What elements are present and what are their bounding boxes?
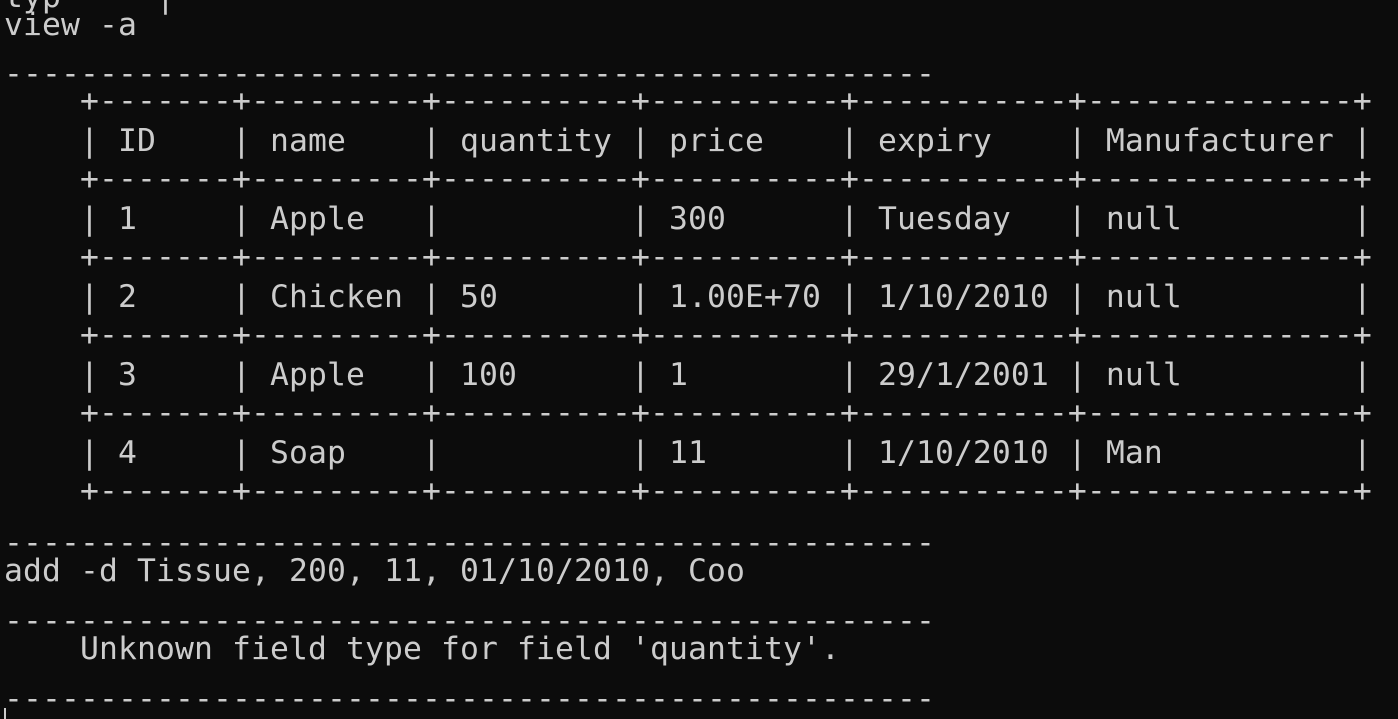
- table-border: +-------+---------+----------+----------…: [4, 395, 1372, 431]
- command-line-add: add -d Tissue, 200, 11, 01/10/2010, Coo: [4, 553, 745, 589]
- table-row: | 3 | Apple | 100 | 1 | 29/1/2001 | null…: [4, 357, 1372, 393]
- table-row: | 1 | Apple | | 300 | Tuesday | null |: [4, 201, 1372, 237]
- terminal-window[interactable]: typ - | view -a ------------------------…: [0, 0, 1398, 719]
- table-header-row: | ID | name | quantity | price | expiry …: [4, 123, 1372, 159]
- separator-line: ----------------------------------------…: [4, 681, 935, 717]
- table-border: +-------+---------+----------+----------…: [4, 317, 1372, 353]
- command-line-view: view -a: [4, 7, 137, 43]
- error-message: Unknown field type for field 'quantity'.: [4, 631, 840, 667]
- text-cursor: [4, 708, 6, 719]
- table-border: +-------+---------+----------+----------…: [4, 83, 1372, 119]
- table-row: | 4 | Soap | | 11 | 1/10/2010 | Man |: [4, 435, 1372, 471]
- table-border: +-------+---------+----------+----------…: [4, 161, 1372, 197]
- table-border: +-------+---------+----------+----------…: [4, 239, 1372, 275]
- table-border: +-------+---------+----------+----------…: [4, 473, 1372, 509]
- table-row: | 2 | Chicken | 50 | 1.00E+70 | 1/10/201…: [4, 279, 1372, 315]
